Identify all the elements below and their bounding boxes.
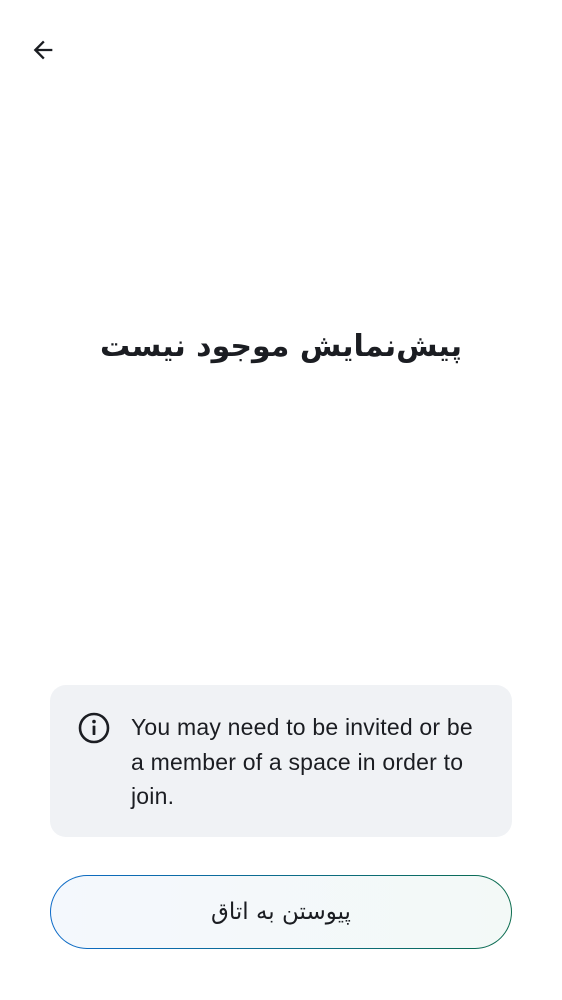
info-notice: You may need to be invited or be a membe… — [50, 685, 512, 837]
arrow-left-icon — [33, 40, 53, 60]
info-icon — [78, 712, 110, 744]
join-room-button[interactable]: پیوستن به اتاق — [50, 875, 512, 949]
back-button[interactable] — [18, 25, 68, 75]
room-preview-screen: پیش‌نمایش موجود نیست You may need to be … — [0, 0, 562, 1000]
page-title: پیش‌نمایش موجود نیست — [99, 329, 463, 364]
notice-text: You may need to be invited or be a membe… — [131, 714, 473, 809]
join-room-button-label: پیوستن به اتاق — [211, 899, 351, 925]
